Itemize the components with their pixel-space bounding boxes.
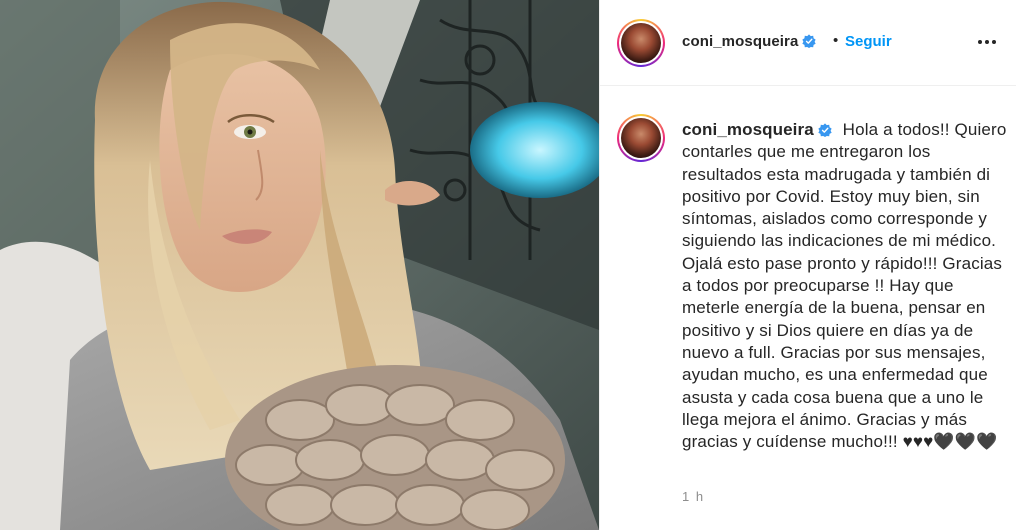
caption-username-text[interactable]: coni_mosqueira [682, 120, 814, 139]
header-username[interactable]: coni_mosqueira [682, 33, 817, 50]
post-photo[interactable] [0, 0, 599, 530]
more-options-icon[interactable] [975, 30, 999, 54]
post-timestamp[interactable]: 1 h [682, 489, 705, 504]
post-header: coni_mosqueira • Seguir [600, 0, 1016, 86]
avatar[interactable] [617, 19, 665, 67]
caption-text: Hola a todos!! Quiero contarles que me e… [682, 120, 1007, 452]
caption-text-block: coni_mosqueira Hola a todos!! Quiero con… [682, 119, 1007, 453]
username-text[interactable]: coni_mosqueira [682, 33, 798, 50]
selfie-image [0, 0, 599, 530]
follow-button[interactable]: Seguir [845, 33, 892, 50]
caption-avatar[interactable] [617, 114, 665, 162]
verified-badge-icon [818, 123, 832, 137]
caption-username[interactable]: coni_mosqueira [682, 120, 832, 139]
post-side-panel: coni_mosqueira • Seguir coni_mosqueira H… [599, 0, 1016, 530]
separator-dot: • [833, 32, 839, 49]
verified-badge-icon [802, 34, 817, 48]
